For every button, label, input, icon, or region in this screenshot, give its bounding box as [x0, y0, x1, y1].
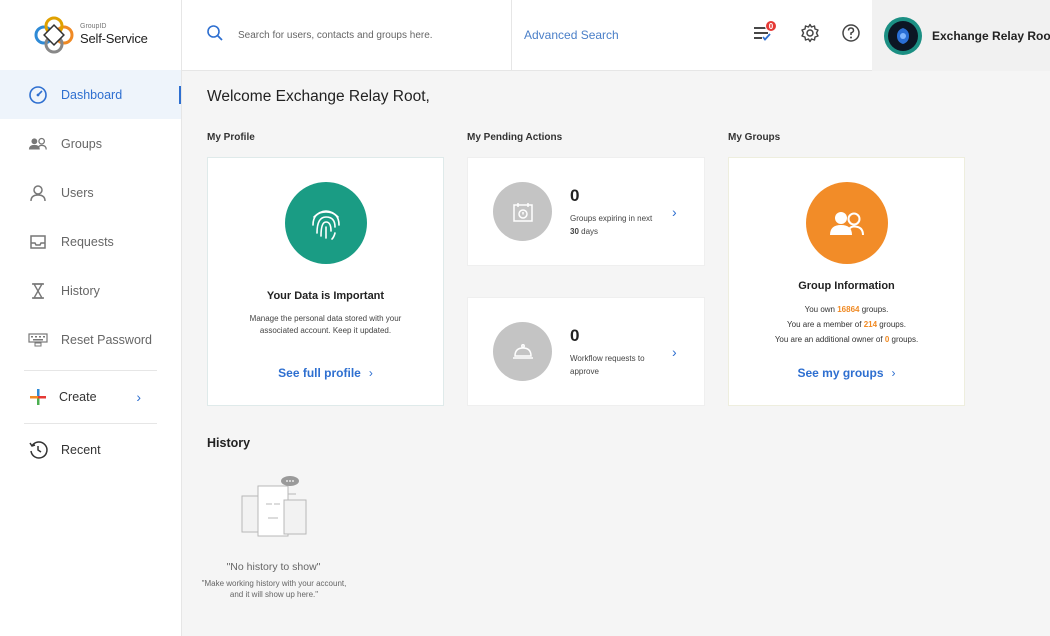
- section-title-profile: My Profile: [207, 132, 255, 143]
- pending-text: Groups expiring in next: [570, 214, 653, 223]
- sidebar-item-users[interactable]: Users: [0, 168, 181, 217]
- chevron-right-icon: ›: [136, 389, 141, 405]
- pending-workflow-requests[interactable]: 0 Workflow requests to approve ›: [467, 297, 705, 406]
- keyboard-icon: [28, 330, 48, 350]
- sidebar-item-reset-password[interactable]: Reset Password: [0, 315, 181, 364]
- groups-icon: [28, 134, 48, 154]
- search-bar: [182, 0, 512, 71]
- sidebar: GroupID Self-Service Dashboard Groups Us…: [0, 0, 182, 636]
- groups-member-count: 214: [863, 320, 878, 329]
- top-header: Advanced Search 0 Exchange Relay Root: [182, 0, 1050, 71]
- groups-additional-owner-line: You are an additional owner of 0 groups.: [729, 335, 964, 344]
- section-title-groups: My Groups: [728, 132, 781, 143]
- groups-card-title: Group Information: [798, 280, 895, 292]
- history-section-title: History: [207, 436, 251, 450]
- create-button[interactable]: Create ›: [0, 371, 181, 423]
- empty-history-hint: "Make working history with your account,…: [201, 579, 347, 599]
- profile-card-description: Manage the personal data stored with you…: [249, 314, 402, 335]
- text: groups.: [889, 335, 919, 344]
- chevron-right-icon: ›: [672, 204, 677, 220]
- recent-label: Recent: [61, 443, 101, 457]
- user-menu[interactable]: Exchange Relay Root: [872, 0, 1050, 71]
- help-icon: [841, 23, 861, 48]
- sidebar-item-label: Requests: [61, 234, 114, 249]
- see-my-groups-link[interactable]: See my groups ›: [729, 366, 964, 380]
- recent-button[interactable]: Recent: [0, 424, 181, 476]
- inbox-icon: [28, 232, 48, 252]
- fingerprint-icon: [285, 182, 367, 264]
- empty-history-message: "No history to show": [226, 561, 321, 573]
- text: You own: [804, 305, 838, 314]
- sidebar-item-label: Users: [61, 185, 94, 200]
- text: groups.: [877, 320, 906, 329]
- sidebar-item-label: Dashboard: [61, 87, 123, 102]
- link-label: See full profile: [278, 366, 361, 380]
- sidebar-item-dashboard[interactable]: Dashboard: [0, 70, 181, 119]
- pending-groups-expiring[interactable]: 0 Groups expiring in next 30 days ›: [467, 157, 705, 266]
- profile-card: Your Data is Important Manage the person…: [207, 157, 444, 406]
- sidebar-item-label: Reset Password: [61, 332, 153, 347]
- groups-member-line: You are a member of 214 groups.: [729, 320, 964, 329]
- plus-icon: [28, 387, 48, 407]
- chevron-right-icon: ›: [891, 366, 896, 380]
- text: You are an additional owner of: [774, 335, 885, 344]
- hourglass-icon: [28, 281, 48, 301]
- cloche-icon: [493, 322, 552, 381]
- user-icon: [28, 183, 48, 203]
- user-name: Exchange Relay Root: [932, 28, 1050, 43]
- clock-history-icon: [28, 440, 48, 460]
- empty-history-illustration: [238, 474, 310, 542]
- groups-owned-line: You own 16864 groups.: [729, 305, 964, 314]
- chevron-right-icon: ›: [368, 366, 373, 380]
- notifications-button[interactable]: 0: [750, 20, 777, 47]
- sidebar-item-label: Groups: [61, 136, 102, 151]
- see-full-profile-link[interactable]: See full profile ›: [208, 366, 443, 380]
- groups-icon: [806, 182, 888, 264]
- pending-suffix: days: [581, 227, 599, 236]
- chevron-right-icon: ›: [672, 344, 677, 360]
- advanced-search-link[interactable]: Advanced Search: [524, 28, 619, 42]
- logo-icon: [34, 15, 76, 55]
- sidebar-item-label: History: [61, 283, 100, 298]
- notification-badge: 0: [765, 20, 777, 32]
- logo-subtitle: GroupID: [80, 23, 107, 30]
- calendar-expiry-icon: [493, 182, 552, 241]
- sidebar-item-requests[interactable]: Requests: [0, 217, 181, 266]
- pending-emph: 30: [570, 227, 579, 236]
- sidebar-item-history[interactable]: History: [0, 266, 181, 315]
- page-title: Welcome Exchange Relay Root,: [207, 88, 430, 105]
- search-input[interactable]: [238, 30, 478, 41]
- text: You are a member of: [787, 320, 864, 329]
- app-logo[interactable]: GroupID Self-Service: [0, 0, 181, 70]
- profile-card-title: Your Data is Important: [266, 290, 385, 302]
- pending-description: Groups expiring in next 30 days: [570, 212, 660, 238]
- create-label: Create: [59, 390, 97, 404]
- avatar: [884, 16, 922, 55]
- settings-button[interactable]: [798, 23, 822, 47]
- text: groups.: [859, 305, 889, 314]
- gear-icon: [800, 23, 820, 48]
- pending-description: Workflow requests to approve: [570, 354, 645, 376]
- section-title-pending: My Pending Actions: [467, 132, 563, 143]
- link-label: See my groups: [797, 366, 884, 380]
- pending-count: 0: [570, 326, 580, 345]
- pending-count: 0: [570, 186, 580, 205]
- logo-title: Self-Service: [80, 31, 148, 46]
- groups-owned-count: 16864: [837, 305, 860, 314]
- dashboard-icon: [28, 85, 48, 105]
- groups-card: Group Information You own 16864 groups. …: [728, 157, 965, 406]
- search-icon[interactable]: [206, 24, 224, 47]
- sidebar-item-groups[interactable]: Groups: [0, 119, 181, 168]
- sidebar-nav: Dashboard Groups Users Requests History: [0, 70, 181, 364]
- help-button[interactable]: [839, 23, 863, 47]
